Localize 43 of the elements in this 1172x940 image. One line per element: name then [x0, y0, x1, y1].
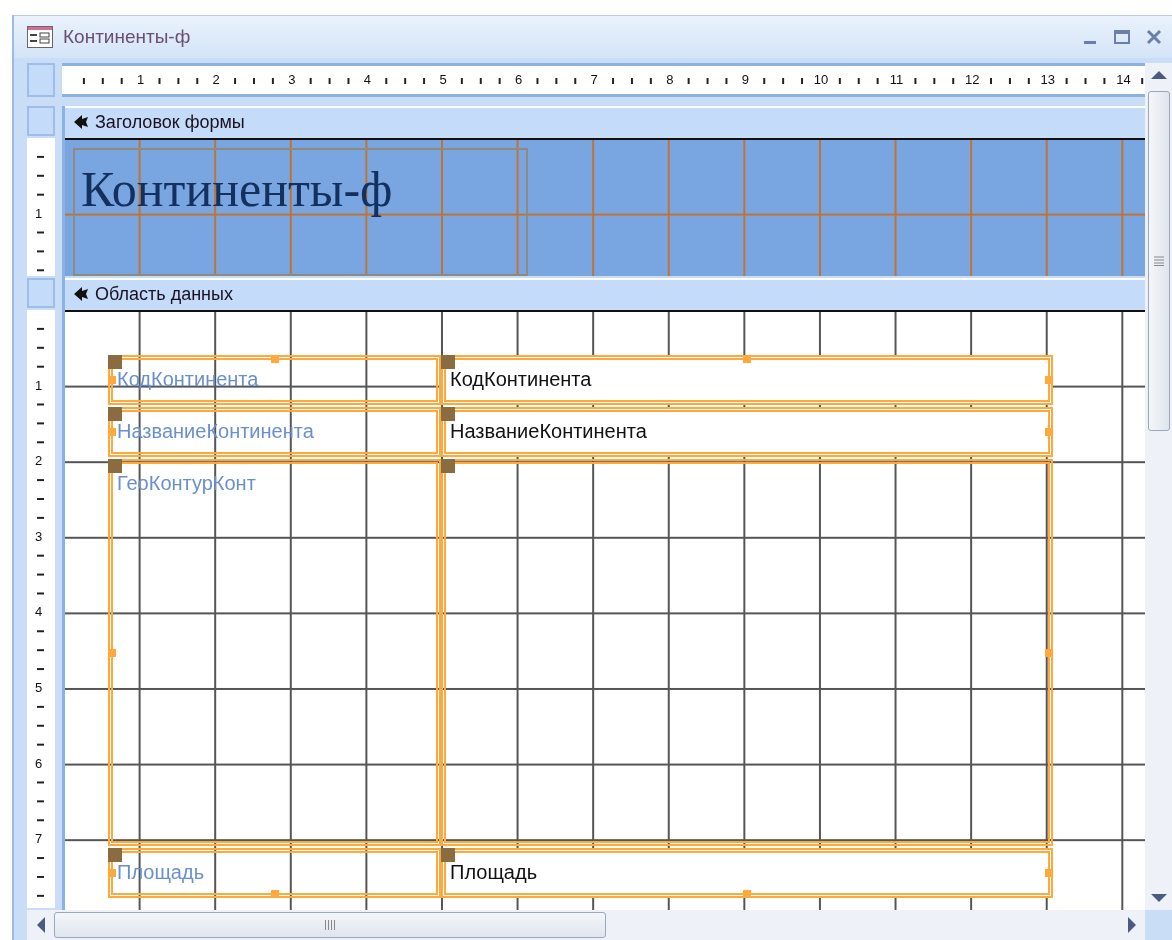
section-bar[interactable]: Заголовок формы: [65, 106, 1145, 136]
text-field[interactable]: КодКонтинента: [441, 355, 1053, 405]
section-selector[interactable]: [27, 106, 55, 136]
window-title: Континенты-ф: [63, 26, 192, 48]
section-selector[interactable]: [27, 278, 55, 308]
move-handle[interactable]: [441, 355, 455, 369]
move-handle[interactable]: [108, 355, 122, 369]
scroll-thumb[interactable]: [1147, 91, 1170, 431]
resize-handle[interactable]: [743, 890, 751, 898]
section-title: Заголовок формы: [95, 111, 245, 133]
resize-handle[interactable]: [270, 890, 279, 898]
form-selector[interactable]: [27, 63, 55, 97]
left-arrow-icon: [35, 916, 46, 934]
resize-handle[interactable]: [108, 869, 116, 877]
resize-handle[interactable]: [108, 428, 116, 436]
collapse-arrow-icon: [73, 287, 89, 301]
section-bar[interactable]: Область данных: [65, 278, 1145, 308]
scroll-thumb[interactable]: [54, 912, 606, 938]
move-handle[interactable]: [441, 848, 455, 862]
maximize-icon: [1113, 29, 1131, 45]
text-field[interactable]: НазваниеКонтинента: [441, 407, 1053, 457]
collapse-arrow-icon: [73, 115, 89, 129]
move-handle[interactable]: [108, 459, 122, 473]
resize-handle[interactable]: [1045, 648, 1053, 657]
resize-handle[interactable]: [270, 355, 279, 363]
resize-handle[interactable]: [1045, 428, 1053, 436]
resize-handle[interactable]: [743, 355, 751, 363]
down-arrow-icon: [1149, 893, 1168, 903]
resize-handle[interactable]: [1045, 376, 1053, 384]
form-icon: [27, 26, 53, 48]
text-field[interactable]: Площадь: [441, 848, 1053, 898]
move-handle[interactable]: [441, 407, 455, 421]
right-arrow-icon: [1126, 916, 1137, 934]
move-handle[interactable]: [108, 848, 122, 862]
up-arrow-icon: [1149, 70, 1168, 80]
resize-handle[interactable]: [1045, 869, 1053, 877]
resize-handle[interactable]: [108, 376, 116, 384]
minimize-icon: [1084, 40, 1096, 44]
section-title: Область данных: [95, 283, 233, 305]
move-handle[interactable]: [108, 407, 122, 421]
resize-handle[interactable]: [108, 648, 116, 657]
move-handle[interactable]: [441, 459, 455, 473]
close-icon: [1145, 29, 1163, 45]
